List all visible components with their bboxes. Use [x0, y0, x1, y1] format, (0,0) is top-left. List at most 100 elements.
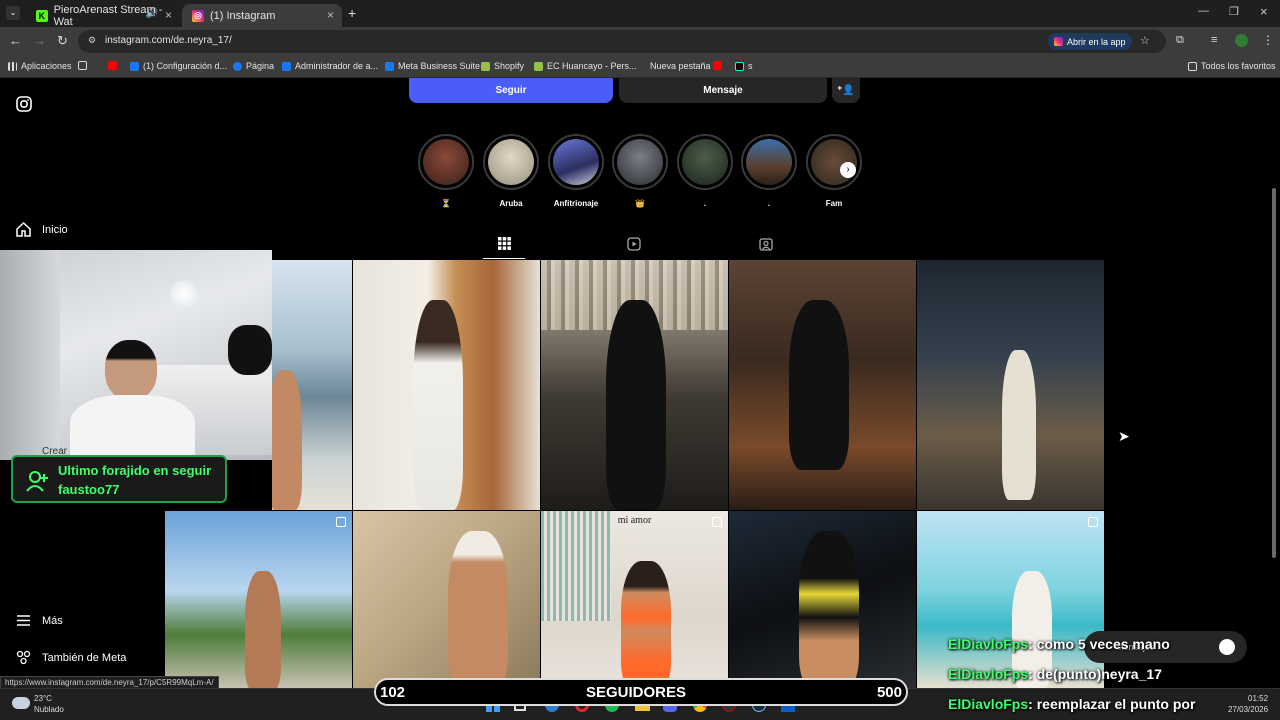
facebook-icon — [233, 61, 242, 71]
bookmark-nueva[interactable]: Nueva pestaña — [650, 61, 711, 71]
chevron-right-icon[interactable]: › — [840, 162, 856, 178]
figure-shape — [1002, 350, 1036, 500]
tab-stream-label: PieroArenast Stream - Wat — [53, 3, 163, 28]
user-icon — [26, 471, 48, 492]
highlight[interactable]: . — [739, 134, 799, 208]
chat-text: de(punto)neyra_17 — [1036, 666, 1162, 682]
avatar[interactable] — [1235, 34, 1248, 47]
forward-icon[interactable]: → — [33, 33, 46, 48]
suggest-user-button[interactable]: ⁺👤 — [832, 78, 860, 103]
instagram-logo-icon[interactable] — [16, 96, 32, 117]
clock-date[interactable]: 27/03/2026 — [1228, 705, 1268, 714]
highlight-ring — [741, 134, 797, 190]
counter-label: SEGUIDORES — [586, 684, 687, 701]
bookmark-admin[interactable]: Administrador de a... — [282, 61, 378, 71]
highlight-label: Aruba — [499, 199, 523, 208]
nav-more[interactable]: Más — [15, 612, 63, 629]
post-tile[interactable] — [917, 511, 1104, 688]
chat-text: reemplazar el punto por — [1036, 696, 1196, 712]
post-tile[interactable]: mi amor — [541, 511, 728, 688]
tab-tagged[interactable] — [759, 237, 773, 256]
reload-icon[interactable]: ↻ — [57, 33, 68, 49]
follow-button[interactable]: Seguir — [409, 78, 613, 103]
post-tile[interactable] — [272, 260, 352, 510]
all-bookmarks[interactable]: Todos los favoritos — [1188, 61, 1276, 71]
bookmark-tiktok[interactable]: s — [735, 61, 753, 71]
webcam-overlay: Crear — [0, 250, 272, 460]
highlight[interactable]: ⏳ — [416, 134, 476, 208]
highlight[interactable]: . — [675, 134, 735, 208]
tab-instagram[interactable]: ◎ (1) Instagram × — [182, 4, 342, 27]
highlight-image — [746, 139, 792, 185]
window-close-icon[interactable]: × — [1260, 4, 1268, 19]
extensions-icon[interactable]: ⧉ — [1176, 34, 1184, 47]
url-text[interactable]: instagram.com/de.neyra_17/ — [105, 35, 232, 46]
highlight[interactable]: Aruba — [481, 134, 541, 208]
page-scrollbar[interactable] — [1272, 188, 1276, 558]
highlight-image — [617, 139, 663, 185]
bookmark-ec[interactable]: EC Huancayo - Pers... — [534, 61, 637, 71]
highlight[interactable]: Anfitrionaje — [546, 134, 606, 208]
bookmark-apps[interactable]: Aplicaciones — [8, 61, 72, 71]
post-tile[interactable] — [165, 511, 352, 688]
kick-icon: K — [36, 9, 48, 22]
post-tile[interactable] — [541, 260, 728, 510]
bookmark-label: Shopify — [494, 61, 525, 71]
post-tile[interactable] — [729, 511, 916, 688]
tab-stream[interactable]: K PieroArenast Stream - Wat 🔊 × — [26, 3, 180, 28]
bookmark-meta-suite[interactable]: Meta Business Suite — [385, 61, 480, 71]
open-in-app-button[interactable]: Abrir en la app — [1048, 33, 1132, 50]
bookmark-pagina[interactable]: Página — [233, 61, 274, 71]
bookmark-config[interactable]: (1) Configuración d... — [130, 61, 227, 71]
tab-posts[interactable] — [483, 235, 525, 259]
highlight-ring — [418, 134, 474, 190]
omnibox[interactable]: ⚙ instagram.com/de.neyra_17/ Abrir en la… — [78, 30, 1166, 53]
highlight-ring — [677, 134, 733, 190]
bookmark-label: Nueva pestaña — [650, 61, 711, 71]
weather-temp: 23°C — [34, 694, 52, 703]
post-tile[interactable] — [729, 260, 916, 510]
grid-icon[interactable] — [78, 61, 91, 70]
highlight-label: . — [767, 199, 771, 208]
nav-meta[interactable]: También de Meta — [15, 649, 126, 666]
home-icon — [16, 221, 31, 237]
bookmark-label: Página — [246, 61, 275, 71]
clock-time[interactable]: 01:52 — [1248, 694, 1268, 703]
restore-icon[interactable]: ❐ — [1229, 5, 1239, 18]
youtube-icon[interactable] — [713, 61, 726, 70]
post-tile[interactable] — [353, 511, 540, 688]
post-tile[interactable] — [917, 260, 1104, 510]
tab-reels[interactable] — [627, 237, 641, 256]
macrame-shape — [541, 511, 611, 621]
bookmark-label: Todos los favoritos — [1201, 61, 1276, 71]
message-button[interactable]: Mensaje — [619, 78, 827, 103]
youtube-icon[interactable] — [108, 61, 121, 70]
instagram-icon: ◎ — [192, 9, 204, 22]
chair-shape — [228, 325, 272, 375]
tab-search-icon[interactable]: ⌄ — [6, 6, 20, 20]
wall-shape — [0, 250, 60, 460]
minimize-icon[interactable]: — — [1198, 5, 1209, 17]
cursor-icon: ➤ — [1118, 428, 1130, 444]
meta-icon — [130, 61, 139, 71]
figure-shape — [448, 531, 508, 688]
post-tile[interactable] — [353, 260, 540, 510]
back-icon[interactable]: ← — [9, 33, 22, 48]
nav-home-label: Inicio — [42, 223, 68, 236]
close-icon[interactable]: × — [327, 8, 334, 22]
highlight[interactable]: 👑 — [610, 134, 670, 208]
highlight-image — [682, 139, 728, 185]
new-tab-button[interactable]: + — [348, 5, 356, 21]
bookmarks-bar: Aplicaciones (1) Configuración d... Pági… — [0, 56, 1280, 78]
close-icon[interactable]: × — [165, 8, 172, 22]
nav-home[interactable]: Inicio — [15, 221, 68, 238]
media-icon[interactable]: ≡ — [1211, 34, 1217, 46]
apps-icon — [8, 61, 17, 71]
bookmark-shopify[interactable]: Shopify — [481, 61, 524, 71]
add-user-icon: ⁺👤 — [837, 85, 855, 96]
menu-icon[interactable]: ⋮ — [1262, 33, 1274, 47]
figure-shape — [799, 531, 859, 688]
star-icon[interactable]: ☆ — [1140, 34, 1150, 47]
audio-icon[interactable]: 🔊 — [146, 8, 158, 19]
site-info-icon[interactable]: ⚙ — [88, 35, 96, 46]
